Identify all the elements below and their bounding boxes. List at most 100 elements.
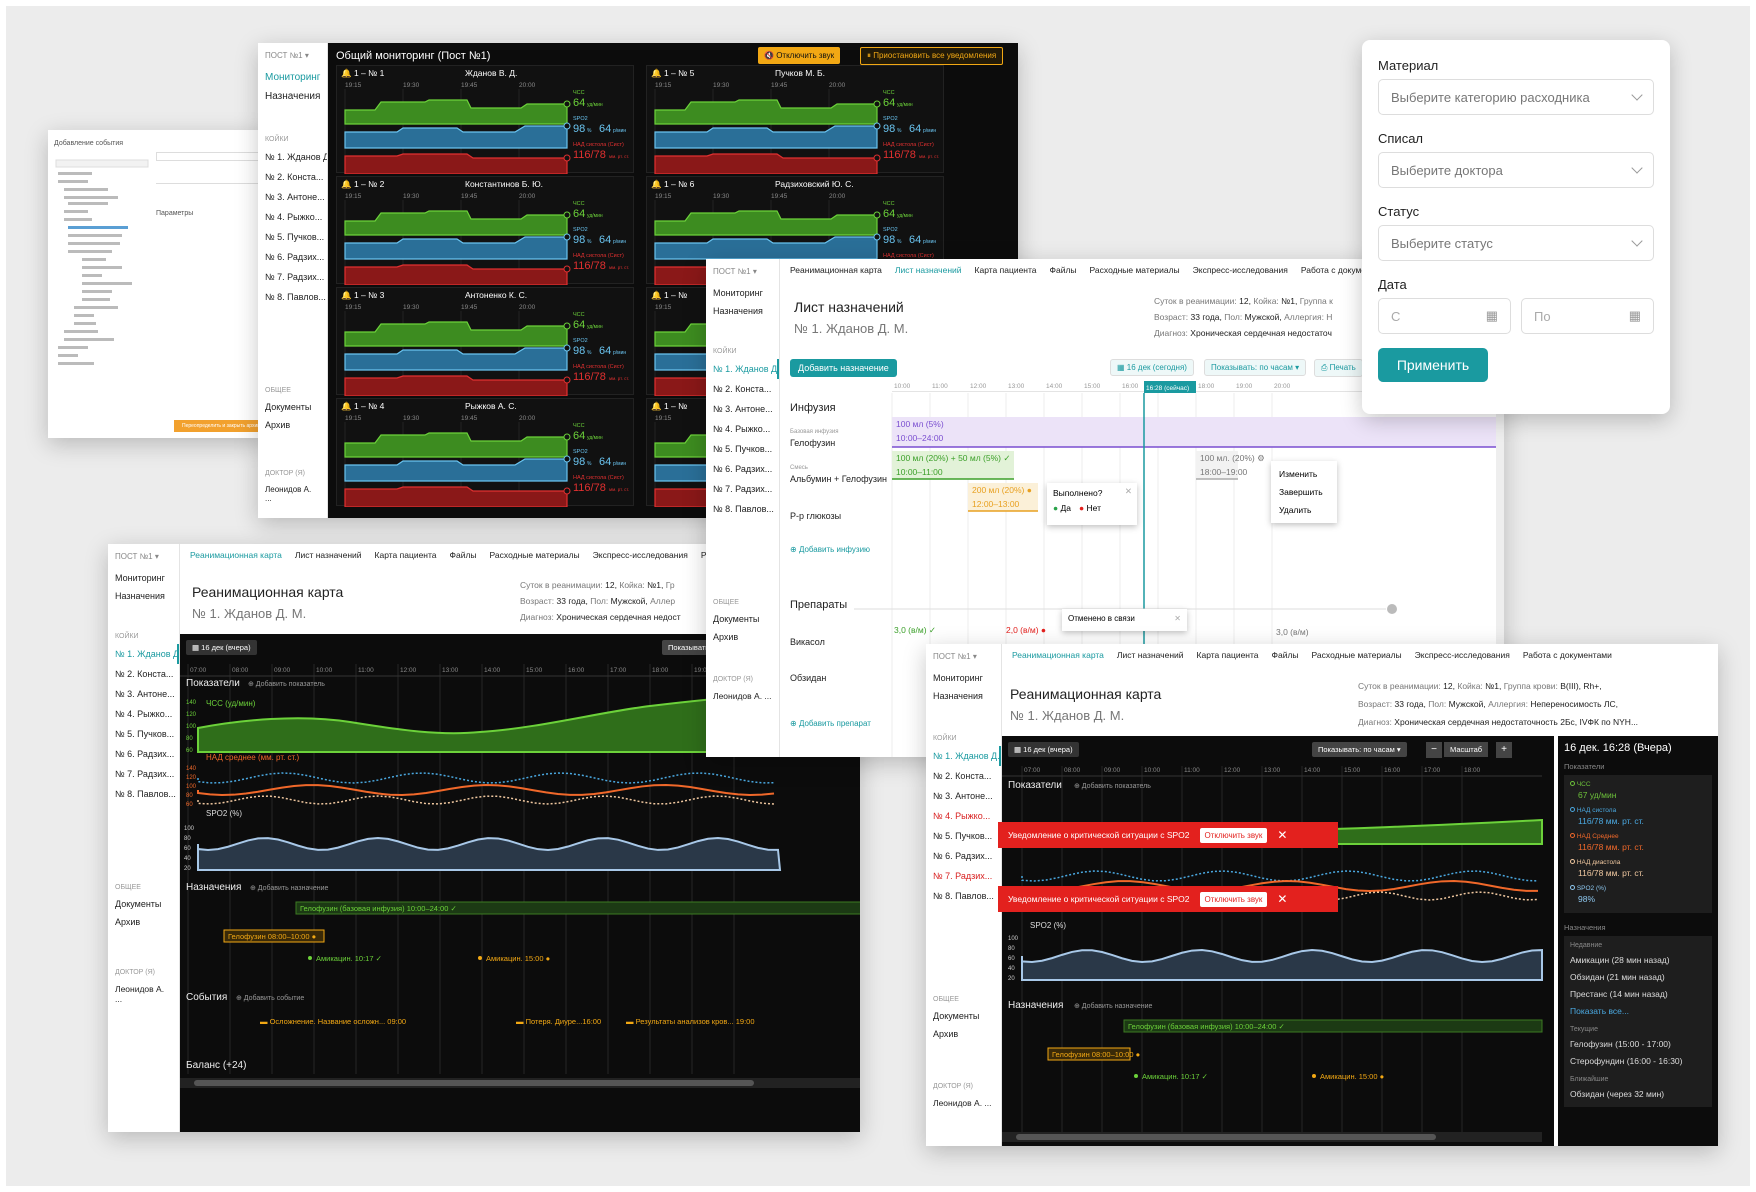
- doctor-name[interactable]: Леонидов А. ...: [926, 1094, 1001, 1112]
- mute-button[interactable]: 🔇 Отключить звук: [758, 47, 841, 64]
- bed-6[interactable]: № 6. Радзих...: [706, 459, 779, 479]
- nav-assignments[interactable]: Назначения: [258, 87, 327, 106]
- bed-4[interactable]: № 4. Рыжко...: [258, 207, 327, 227]
- tab-reanimation[interactable]: Реанимационная карта: [1012, 650, 1104, 662]
- bed-1[interactable]: № 1. Жданов Д...: [926, 746, 1001, 766]
- bed-6[interactable]: № 6. Радзих...: [108, 744, 179, 764]
- doctor-name[interactable]: Леонидов А. ...: [258, 481, 327, 507]
- alert-mute-button[interactable]: Отключить звук: [1199, 827, 1268, 843]
- tab-patient-card[interactable]: Карта пациента: [375, 550, 437, 562]
- nav-assignments[interactable]: Назначения: [108, 587, 179, 605]
- tab-express[interactable]: Экспресс-исследования: [593, 550, 688, 562]
- add-drug-link[interactable]: ⊕ Добавить препарат: [790, 719, 871, 728]
- bed-1[interactable]: № 1. Жданов Д...: [108, 644, 179, 664]
- nav-archive[interactable]: Архив: [258, 416, 327, 434]
- bed-8[interactable]: № 8. Павлов...: [926, 886, 1001, 906]
- bed-4[interactable]: № 4. Рыжко...: [706, 419, 779, 439]
- yes-button[interactable]: ● Да: [1053, 503, 1071, 513]
- tab-orders[interactable]: Лист назначений: [1117, 650, 1184, 662]
- tab-documents[interactable]: Работа с документами: [1523, 650, 1612, 662]
- nav-documents[interactable]: Документы: [706, 610, 779, 628]
- post-select[interactable]: ПОСТ №1 ▾: [108, 544, 179, 569]
- post-select[interactable]: ПОСТ №1 ▾: [706, 259, 779, 284]
- bed-6[interactable]: № 6. Радзих...: [926, 846, 1001, 866]
- bed-3[interactable]: № 3. Антоне...: [706, 399, 779, 419]
- bed-8[interactable]: № 8. Павлов...: [108, 784, 179, 804]
- bed-7[interactable]: № 7. Радзих...: [108, 764, 179, 784]
- bed-4[interactable]: № 4. Рыжко...: [108, 704, 179, 724]
- bed-1[interactable]: № 1. Жданов Д...: [258, 147, 327, 167]
- bed-2[interactable]: № 2. Конста...: [706, 379, 779, 399]
- no-button[interactable]: ● Нет: [1079, 503, 1101, 513]
- nav-documents[interactable]: Документы: [108, 895, 179, 913]
- bed-6[interactable]: № 6. Радзих...: [258, 247, 327, 267]
- print-button[interactable]: ⎙ Печать: [1314, 359, 1363, 377]
- pause-notifications-button[interactable]: ⏸ Приостановить все уведомления: [860, 47, 1004, 65]
- doctor-name[interactable]: Леонидов А. ...: [108, 980, 179, 1008]
- patient-card[interactable]: 🔔 1 – № 2 Константинов Б. Ю. 19:15 19:30 19…: [336, 176, 634, 285]
- bed-3[interactable]: № 3. Антоне...: [108, 684, 179, 704]
- bed-5[interactable]: № 5. Пучков...: [706, 439, 779, 459]
- next-item[interactable]: Обзидан (через 32 мин): [1570, 1086, 1706, 1103]
- status-select[interactable]: Выберите статус: [1378, 225, 1654, 261]
- date-from-field[interactable]: С ▦: [1378, 298, 1511, 334]
- menu-edit[interactable]: Изменить: [1279, 465, 1329, 483]
- nav-monitoring[interactable]: Мониторинг: [706, 284, 779, 302]
- tab-reanimation[interactable]: Реанимационная карта: [190, 550, 282, 562]
- patient-card[interactable]: 🔔 1 – № 5 Пучков М. Б. 19:15 19:30 19:45 20:…: [646, 65, 944, 174]
- add-order-button[interactable]: Добавить назначение: [790, 359, 897, 377]
- nav-monitoring[interactable]: Мониторинг: [258, 68, 327, 87]
- tab-files[interactable]: Файлы: [1272, 650, 1299, 662]
- patient-card[interactable]: 🔔 1 – № 1 Жданов В. Д. 19:15 19:30 19:45 20:…: [336, 65, 634, 174]
- event-save-button[interactable]: Переопределить и закрыть архив: [174, 420, 268, 432]
- recent-item[interactable]: Обзидан (21 мин назад): [1570, 969, 1706, 986]
- bed-5[interactable]: № 5. Пучков...: [926, 826, 1001, 846]
- bed-2[interactable]: № 2. Конста...: [108, 664, 179, 684]
- date-to-field[interactable]: По ▦: [1521, 298, 1654, 334]
- bed-1[interactable]: № 1. Жданов Д...: [706, 359, 779, 379]
- add-infusion-link[interactable]: ⊕ Добавить инфузию: [790, 545, 870, 554]
- nav-monitoring[interactable]: Мониторинг: [108, 569, 179, 587]
- doctor-name[interactable]: Леонидов А. ...: [706, 687, 779, 705]
- alert-mute-button[interactable]: Отключить звук: [1199, 891, 1268, 907]
- current-item[interactable]: Гелофузин (15:00 - 17:00): [1570, 1036, 1706, 1053]
- bed-3[interactable]: № 3. Антоне...: [926, 786, 1001, 806]
- bed-3[interactable]: № 3. Антоне...: [258, 187, 327, 207]
- recent-item[interactable]: Амикацин (28 мин назад): [1570, 952, 1706, 969]
- tab-express[interactable]: Экспресс-исследования: [1415, 650, 1510, 662]
- current-item[interactable]: Стерофундин (16:00 - 16:30): [1570, 1053, 1706, 1070]
- apply-button[interactable]: Применить: [1378, 348, 1488, 382]
- material-select[interactable]: Выберите категорию расходника: [1378, 79, 1654, 115]
- nav-assignments[interactable]: Назначения: [926, 687, 1001, 705]
- recent-item[interactable]: Престанс (14 мин назад): [1570, 986, 1706, 1003]
- bed-5[interactable]: № 5. Пучков...: [258, 227, 327, 247]
- tab-files[interactable]: Файлы: [450, 550, 477, 562]
- tab-orders[interactable]: Лист назначений: [295, 550, 362, 562]
- patient-card[interactable]: 🔔 1 – № 4 Рыжков А. С. 19:15 19:30 19:45 20:…: [336, 398, 634, 507]
- show-by-hours[interactable]: Показывать: по часам ▾: [1204, 359, 1307, 376]
- tab-materials[interactable]: Расходные материалы: [490, 550, 580, 562]
- date-today-pill[interactable]: ▦ 16 дек (сегодня): [1110, 359, 1194, 376]
- bed-7[interactable]: № 7. Радзих...: [258, 267, 327, 287]
- doctor-select[interactable]: Выберите доктора: [1378, 152, 1654, 188]
- nav-archive[interactable]: Архив: [926, 1025, 1001, 1043]
- tab-patient-card[interactable]: Карта пациента: [975, 265, 1037, 277]
- bed-2[interactable]: № 2. Конста...: [926, 766, 1001, 786]
- tab-patient-card[interactable]: Карта пациента: [1197, 650, 1259, 662]
- tab-orders[interactable]: Лист назначений: [895, 265, 962, 277]
- menu-complete[interactable]: Завершить: [1279, 483, 1329, 501]
- close-icon[interactable]: ✕: [1125, 486, 1132, 497]
- bed-2[interactable]: № 2. Конста...: [258, 167, 327, 187]
- post-select[interactable]: ПОСТ №1 ▾: [258, 43, 327, 68]
- post-select[interactable]: ПОСТ №1 ▾: [926, 644, 1001, 669]
- menu-delete[interactable]: Удалить: [1279, 501, 1329, 519]
- close-icon[interactable]: ✕: [1174, 614, 1181, 623]
- patient-card[interactable]: 🔔 1 – № 3 Антоненко К. С. 19:15 19:30 19:45…: [336, 287, 634, 396]
- bed-5[interactable]: № 5. Пучков...: [108, 724, 179, 744]
- nav-documents[interactable]: Документы: [258, 398, 327, 416]
- tab-reanimation[interactable]: Реанимационная карта: [790, 265, 882, 277]
- tab-express[interactable]: Экспресс-исследования: [1193, 265, 1288, 277]
- nav-documents[interactable]: Документы: [926, 1007, 1001, 1025]
- nav-assignments[interactable]: Назначения: [706, 302, 779, 320]
- bed-7[interactable]: № 7. Радзих...: [926, 866, 1001, 886]
